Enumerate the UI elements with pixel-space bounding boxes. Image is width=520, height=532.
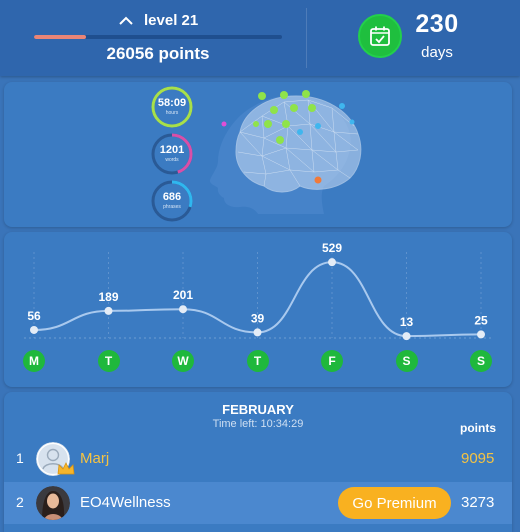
leaderboard-month: FEBRUARY [222, 402, 294, 417]
chevron-up-icon [118, 14, 134, 26]
streak-days-count: 230 [415, 10, 459, 38]
header-divider [306, 8, 307, 68]
calendar-check-icon[interactable] [358, 14, 402, 58]
data-point[interactable] [253, 328, 262, 337]
level-label: level 21 [144, 11, 199, 29]
hours-value: 58:09 [157, 97, 187, 109]
data-point[interactable] [402, 332, 411, 341]
weekday-tick-label: F [321, 350, 343, 372]
hours-stat: 58:09 hours [150, 85, 194, 129]
brain-illustration [204, 86, 374, 221]
data-point[interactable] [30, 325, 38, 334]
user-name: EO4Wellness [80, 494, 171, 511]
stats-header: level 21 26056 points 230 days [0, 0, 520, 76]
weekday-tick-label: W [172, 350, 194, 372]
total-points: 26056 points [106, 44, 210, 63]
weekday-tick-label: M [23, 350, 45, 372]
data-label: 201 [173, 288, 193, 302]
words-value: 1201 [159, 144, 185, 156]
weekday-tick-label: T [97, 350, 120, 372]
phrases-stat: 686 phrases [150, 179, 194, 223]
level-progress-bar [34, 35, 282, 39]
go-premium-button[interactable]: Go Premium [338, 487, 451, 519]
leaderboard-row[interactable]: 2 EO4Wellness Go Premium 3273 [4, 482, 512, 524]
user-name: Marj [80, 450, 110, 467]
rank-number: 2 [16, 494, 24, 510]
phrases-unit: phrases [163, 204, 181, 210]
weekly-chart-card: 56 189 201 39 529 13 25 M T W T F S S [4, 232, 512, 387]
points-column-header: points [460, 421, 496, 435]
data-point[interactable] [179, 305, 187, 314]
phrases-value: 686 [162, 191, 182, 203]
words-stat: 1201 words [150, 132, 194, 176]
leaderboard-row[interactable]: 1 Marj 9095 [4, 438, 512, 480]
data-label: 39 [251, 311, 265, 325]
words-unit: words [165, 157, 179, 163]
weekday-tick-label: T [246, 350, 269, 372]
data-label: 25 [474, 313, 488, 327]
data-point[interactable] [477, 330, 485, 339]
data-label: 13 [400, 315, 414, 329]
hours-unit: hours [165, 110, 179, 116]
data-label: 56 [27, 309, 41, 323]
leaderboard-time-left: Time left: 10:34:29 [212, 418, 304, 430]
weekday-tick-label: S [395, 350, 418, 372]
data-label: 189 [98, 290, 118, 304]
user-points: 3273 [461, 494, 495, 511]
weekday-tick-label: S [470, 350, 492, 372]
brain-stats-card: 58:09 hours 1201 words 686 phrases [4, 82, 512, 227]
data-label: 529 [322, 241, 342, 255]
user-points: 9095 [461, 450, 495, 467]
level-progress-fill [34, 35, 87, 39]
data-point[interactable] [104, 306, 113, 315]
leaderboard-card: FEBRUARY Time left: 10:34:29 points 1 Ma… [4, 392, 512, 532]
rank-number: 1 [16, 450, 24, 466]
crown-icon [57, 462, 75, 481]
data-point[interactable] [328, 258, 336, 267]
streak-days-label: days [421, 44, 453, 61]
level-indicator[interactable]: level 21 [118, 11, 198, 29]
user-avatar [36, 486, 70, 520]
